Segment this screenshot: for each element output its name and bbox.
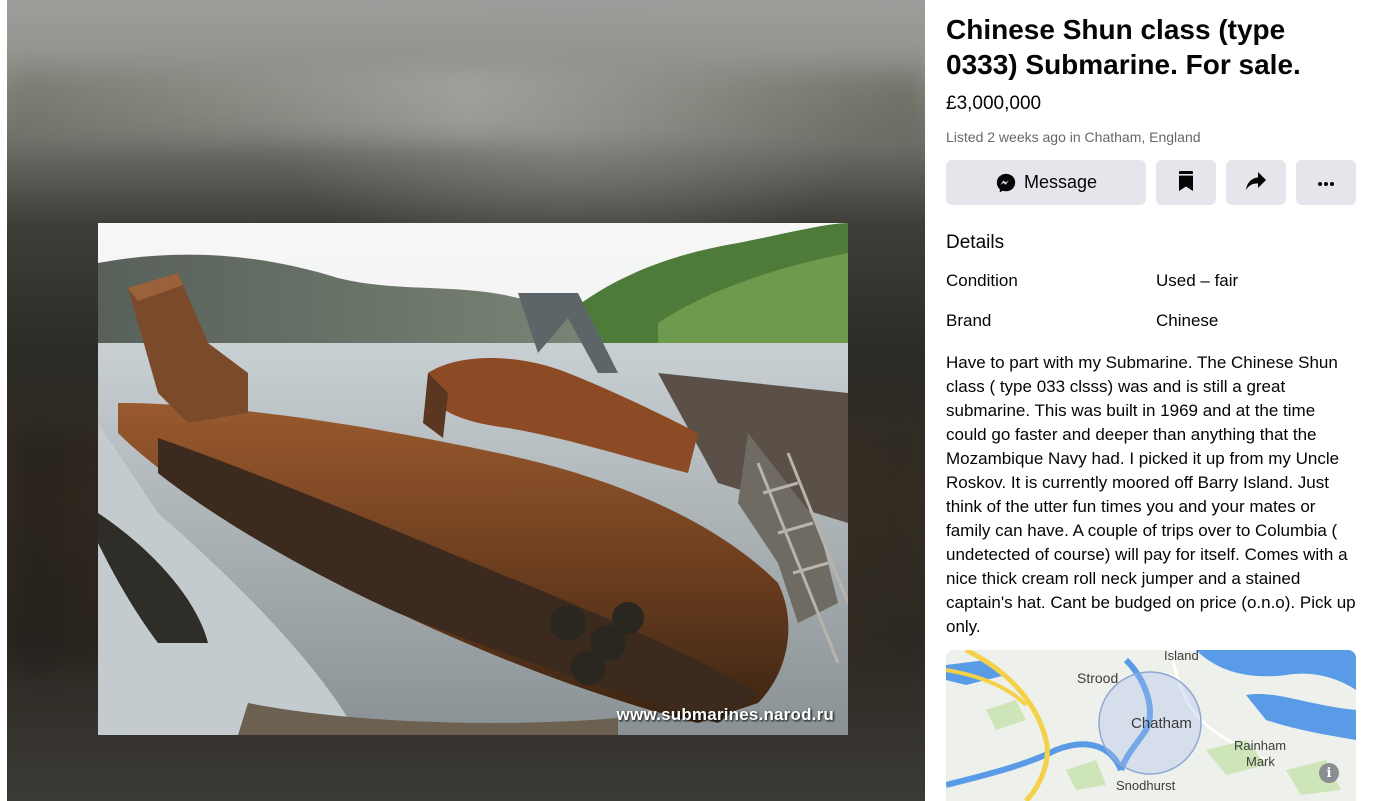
detail-row-condition: Condition Used – fair xyxy=(946,271,1356,291)
listing-photo[interactable]: www.submarines.narod.ru xyxy=(98,223,848,735)
listing-location[interactable]: Chatham, England xyxy=(1085,129,1201,145)
photo-viewer: www.submarines.narod.ru xyxy=(7,0,925,801)
share-arrow-icon xyxy=(1245,171,1267,194)
submarine-photo-illustration xyxy=(98,223,848,735)
message-button[interactable]: Message xyxy=(946,160,1146,205)
share-button[interactable] xyxy=(1226,160,1286,205)
map-label-snodhurst: Snodhurst xyxy=(1116,778,1176,793)
listing-price: £3,000,000 xyxy=(946,93,1042,114)
listed-time[interactable]: 2 weeks ago xyxy=(987,129,1066,145)
map-info-icon[interactable]: i xyxy=(1319,763,1339,783)
map-label-island: Island xyxy=(1164,650,1199,663)
listing-description: Have to part with my Submarine. The Chin… xyxy=(946,353,1356,636)
map-label-strood: Strood xyxy=(1077,670,1119,686)
detail-value: Used – fair xyxy=(1156,271,1239,290)
detail-key: Brand xyxy=(946,311,992,330)
details-heading: Details xyxy=(946,232,1005,253)
messenger-icon xyxy=(995,172,1017,194)
detail-value: Chinese xyxy=(1156,311,1219,330)
more-dots-icon xyxy=(1317,175,1335,190)
action-bar: Message xyxy=(946,160,1356,205)
photo-watermark: www.submarines.narod.ru xyxy=(616,705,834,724)
more-options-button[interactable] xyxy=(1296,160,1356,205)
listed-info: Listed 2 weeks ago in Chatham, England xyxy=(946,129,1356,145)
detail-row-brand: Brand Chinese xyxy=(946,311,1356,331)
map-label-chatham: Chatham xyxy=(1131,715,1192,732)
detail-key: Condition xyxy=(946,271,1018,290)
location-map[interactable]: Island Strood Chatham Rainham Mark Snodh… xyxy=(946,650,1356,801)
map-label-rainham: Rainham xyxy=(1234,738,1287,753)
listing-details-panel: Chinese Shun class (type 0333) Submarine… xyxy=(926,0,1381,801)
map-label-mark: Mark xyxy=(1246,754,1275,769)
save-button[interactable] xyxy=(1156,160,1216,205)
message-button-label: Message xyxy=(1023,172,1098,192)
listed-mid: in xyxy=(1069,129,1081,145)
blurred-backdrop-band xyxy=(7,70,925,140)
listing-title: Chinese Shun class (type 0333) Submarine… xyxy=(946,14,1301,80)
bookmark-icon xyxy=(1178,171,1194,194)
listed-prefix: Listed xyxy=(946,129,984,145)
